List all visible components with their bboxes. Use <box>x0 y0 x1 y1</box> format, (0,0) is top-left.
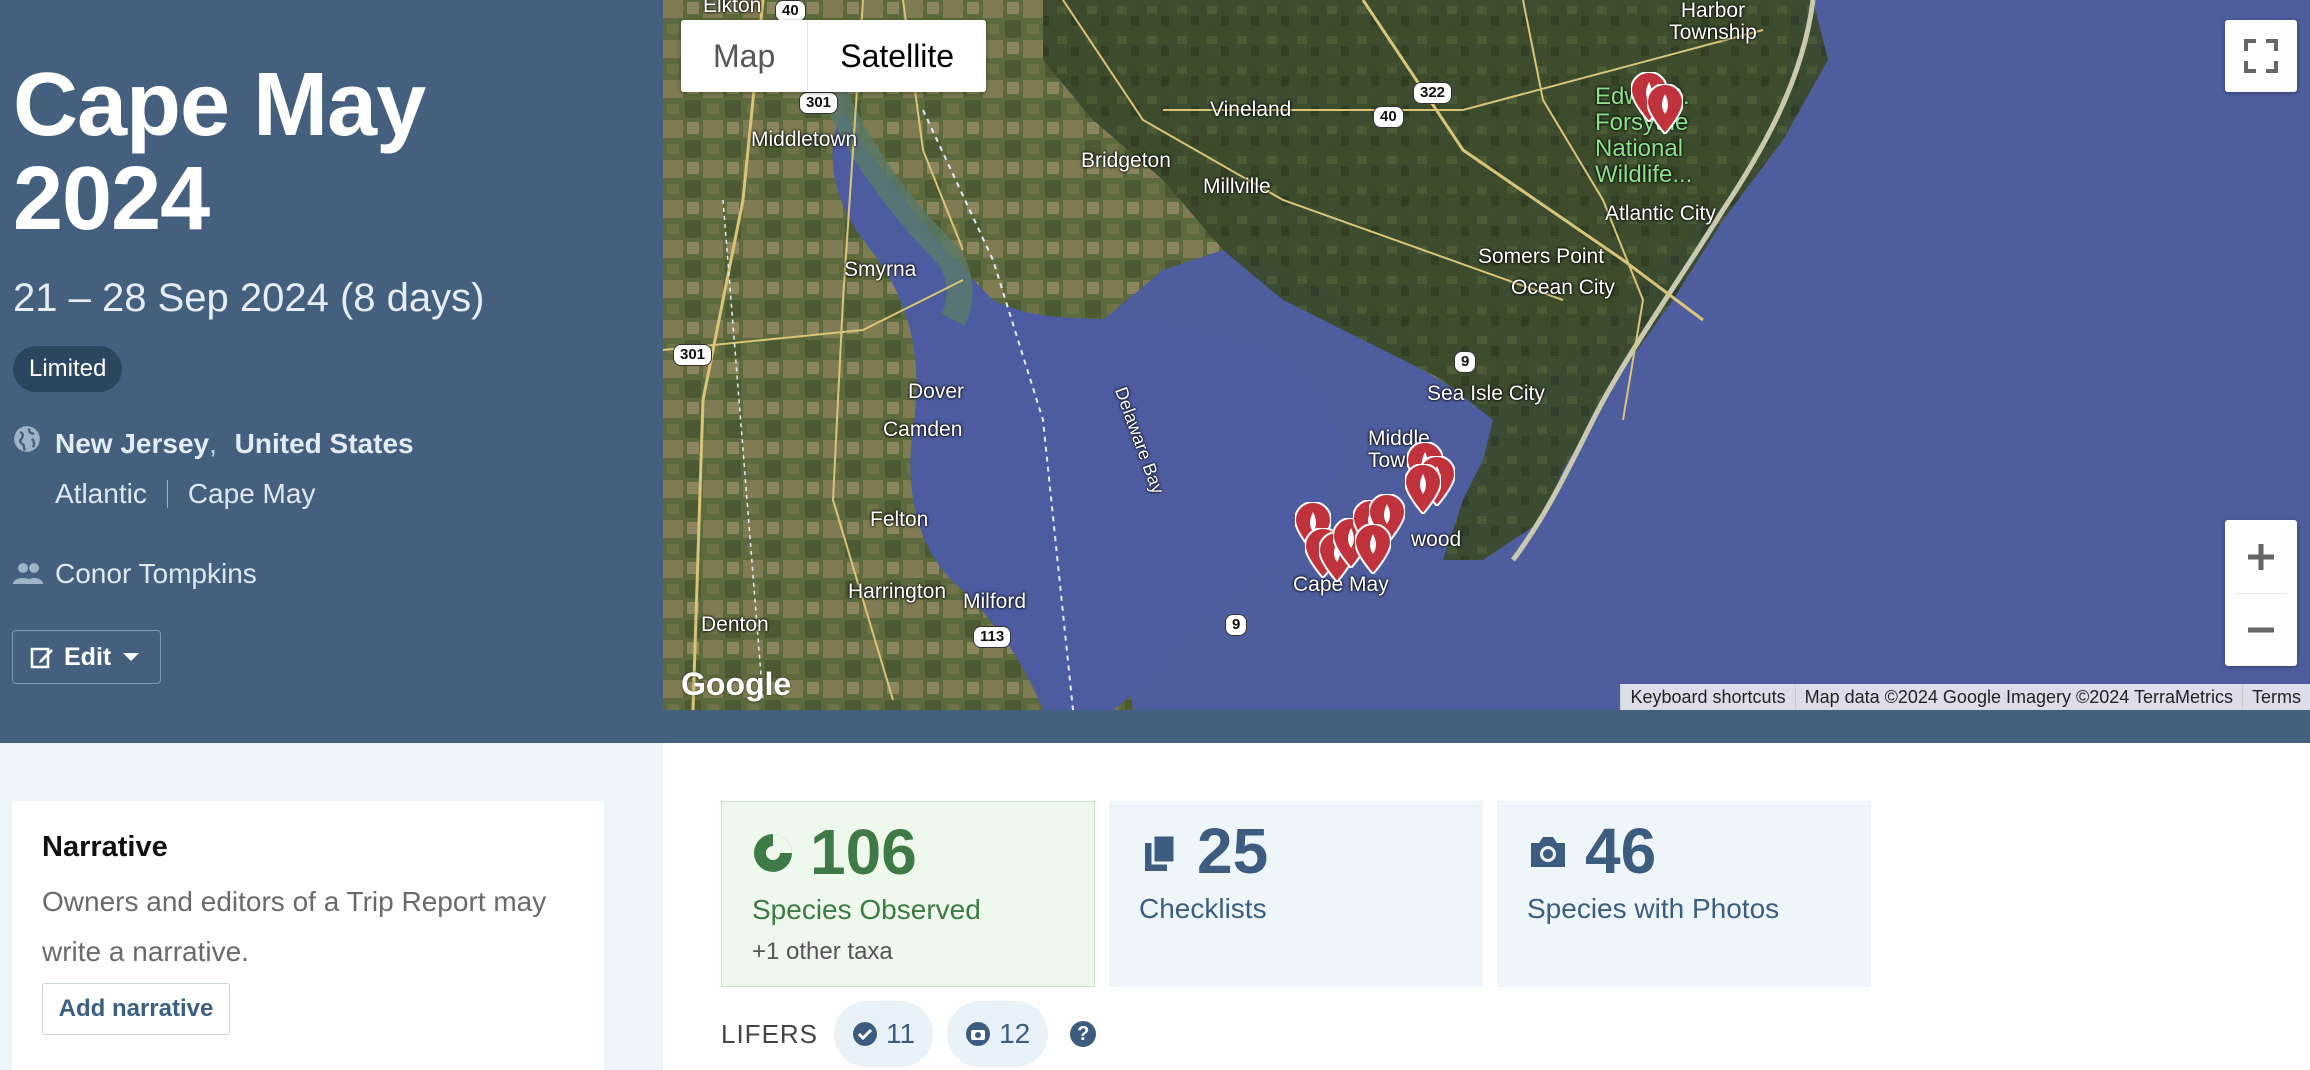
trip-dates: 21 – 28 Sep 2024 (8 days) <box>13 276 485 320</box>
camera-circle-icon <box>966 1022 991 1046</box>
checklist-icon <box>1145 833 1177 871</box>
map-label: Bridgeton <box>1081 149 1171 172</box>
map-data-text: Map data ©2024 Google Imagery ©2024 Terr… <box>1794 684 2242 710</box>
add-narrative-button[interactable]: Add narrative <box>42 983 230 1035</box>
zoom-out-button[interactable] <box>2225 594 2297 666</box>
map-label: Harrington <box>848 580 947 603</box>
camera-icon <box>1531 837 1565 867</box>
road-shield: 301 <box>799 92 839 114</box>
region-link-cape-may[interactable]: Cape May <box>188 478 316 510</box>
map-label: Milford <box>963 590 1027 613</box>
map-type-map-button[interactable]: Map <box>681 20 809 92</box>
map-label: Smyrna <box>844 258 917 281</box>
lifers-title: LIFERS <box>721 1018 819 1049</box>
lifers-checked-count: 11 <box>886 1018 916 1049</box>
plus-icon <box>2248 543 2274 570</box>
road-shield: 301 <box>673 344 713 366</box>
map-label: Denton <box>701 613 769 636</box>
map-label: Felton <box>870 508 929 531</box>
location-row: New Jersey, United States <box>55 428 414 460</box>
map-label: Atlantic City <box>1605 202 1716 225</box>
map-label: Middletown <box>751 128 858 151</box>
map-label: Camden <box>883 418 963 441</box>
photos-count: 46 <box>1585 815 1657 887</box>
lifers-photo-chip[interactable]: 12 <box>947 1001 1049 1067</box>
map-label: wood <box>1411 528 1462 551</box>
species-with-photos-card[interactable]: 46 Species with Photos <box>1497 801 1871 987</box>
trip-map[interactable]: Elkton Harbor Township Middletown Vinela… <box>663 0 2310 710</box>
map-label: Millville <box>1203 175 1271 198</box>
species-count: 106 <box>810 816 917 888</box>
globe-icon <box>14 426 40 452</box>
visibility-badge: Limited <box>13 346 123 392</box>
map-label: Dover <box>908 380 965 403</box>
species-icon <box>754 834 792 872</box>
narrative-text: Owners and editors of a Trip Report may … <box>42 886 547 967</box>
help-icon[interactable]: ? <box>1070 1021 1097 1047</box>
map-type-toggle: Map Satellite <box>681 20 987 92</box>
road-shield: 322 <box>1413 82 1453 104</box>
trip-title: Cape May 2024 <box>13 55 426 249</box>
map-label: Ocean City <box>1511 276 1615 299</box>
map-marker-icon[interactable] <box>1405 464 1441 514</box>
lifers-row: LIFERS 11 12 ? <box>721 1000 1097 1068</box>
road-shield: 9 <box>1225 614 1248 636</box>
lifers-photo-count: 12 <box>999 1018 1031 1049</box>
narrative-card: Narrative Owners and editors of a Trip R… <box>12 801 604 1070</box>
map-label: Somers Point <box>1478 245 1605 268</box>
edit-label: Edit <box>64 642 112 671</box>
zoom-in-button[interactable] <box>2225 521 2297 593</box>
map-label: Vineland <box>1210 98 1292 121</box>
photos-label: Species with Photos <box>1527 893 1780 924</box>
trip-header: Cape May 2024 21 – 28 Sep 2024 (8 days) … <box>0 0 2310 743</box>
check-circle-icon <box>853 1022 878 1046</box>
species-label: Species Observed <box>752 894 981 925</box>
zoom-control <box>2225 520 2297 666</box>
road-shield: 9 <box>1454 351 1477 373</box>
map-attribution: Keyboard shortcuts Map data ©2024 Google… <box>1620 684 2310 710</box>
edit-icon <box>30 647 53 669</box>
state-link[interactable]: New Jersey <box>55 428 209 459</box>
map-label: Elkton <box>703 0 762 17</box>
map-marker-icon[interactable] <box>1647 84 1683 134</box>
region-row: Atlantic Cape May <box>55 478 315 510</box>
trip-info: Cape May 2024 21 – 28 Sep 2024 (8 days) … <box>0 0 663 743</box>
map-marker-icon[interactable] <box>1355 524 1391 574</box>
road-shield: 113 <box>973 626 1012 648</box>
google-logo: Google <box>681 666 792 702</box>
road-shield: 40 <box>1373 106 1404 128</box>
region-link-atlantic[interactable]: Atlantic <box>55 478 147 510</box>
country-link[interactable]: United States <box>235 428 414 459</box>
region-divider <box>166 480 168 508</box>
location-separator: , <box>209 428 217 459</box>
other-taxa-text: +1 other taxa <box>752 938 893 965</box>
map-label: Sea Isle City <box>1427 382 1545 405</box>
fullscreen-button[interactable] <box>2225 20 2297 92</box>
people-icon <box>13 563 43 584</box>
map-label: Harbor Township <box>1669 0 1757 44</box>
minus-icon <box>2248 627 2274 632</box>
fullscreen-icon <box>2244 39 2278 73</box>
narrative-title: Narrative <box>42 831 168 863</box>
terms-link[interactable]: Terms <box>2242 684 2310 710</box>
lifers-checked-chip[interactable]: 11 <box>834 1001 934 1067</box>
checklists-label: Checklists <box>1139 893 1267 924</box>
checklists-count: 25 <box>1197 815 1269 887</box>
map-type-satellite-button[interactable]: Satellite <box>808 20 986 92</box>
participant-name[interactable]: Conor Tompkins <box>55 558 257 590</box>
species-observed-card[interactable]: 106 Species Observed +1 other taxa <box>721 801 1095 987</box>
checklists-card[interactable]: 25 Checklists <box>1109 801 1483 987</box>
caret-down-icon <box>123 653 140 661</box>
edit-button[interactable]: Edit <box>12 630 161 684</box>
road-shield: 40 <box>775 0 806 22</box>
keyboard-shortcuts-link[interactable]: Keyboard shortcuts <box>1620 684 1795 710</box>
